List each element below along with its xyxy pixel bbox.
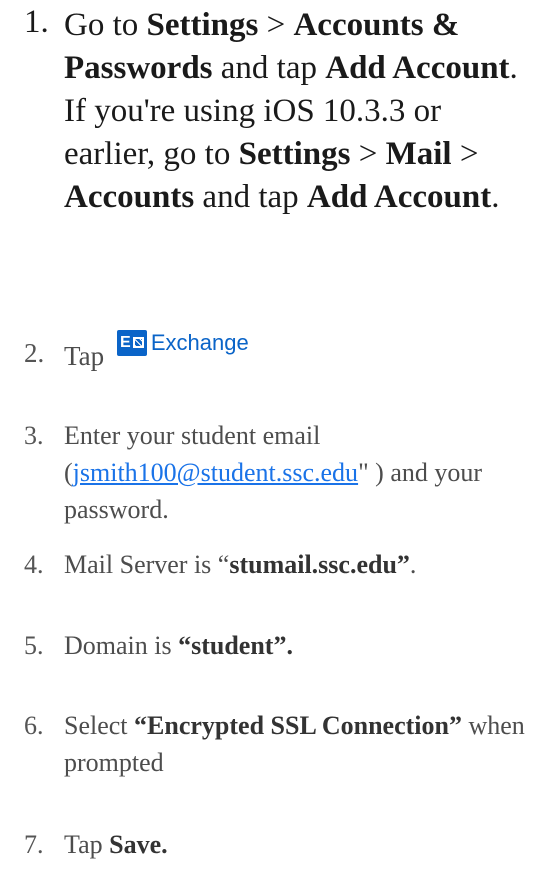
step-7-number: 7. [24,830,44,859]
step-5-text: Domain is “student”. [64,631,293,660]
step-4-text: Mail Server is “stumail.ssc.edu”. [64,550,417,579]
step-7-text: Tap Save. [64,830,168,859]
exchange-logo-text: Exchange [150,330,249,355]
step-6-text: Select “Encrypted SSL Connection” when p… [64,711,525,777]
student-email-link[interactable]: jsmith100@student.ssc.edu [73,458,358,487]
step-1-number: 1. [24,4,49,40]
step-4-number: 4. [24,550,44,579]
exchange-logo-box: E [116,329,147,356]
step-3-text: Enter your student email (jsmith100@stud… [64,421,483,524]
step-3-number: 3. [24,421,44,450]
step-2-number: 2. [24,338,45,368]
step-5-number: 5. [24,631,44,660]
step-6-number: 6. [24,711,44,740]
step-1-text: Go to Settings > Accounts & Passwords an… [64,7,518,215]
exchange-grid-icon [132,337,144,348]
exchange-logo-icon: E Exchange [116,324,249,361]
step-2-text: Tap E Exchange [64,329,536,375]
